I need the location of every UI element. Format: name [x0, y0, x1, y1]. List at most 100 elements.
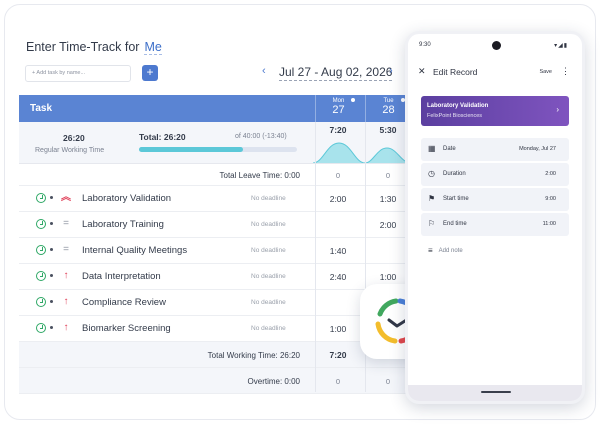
date-field[interactable]: ▦ Date Monday, Jul 27: [421, 138, 569, 161]
user-selector[interactable]: Me: [144, 40, 162, 55]
selected-task-name: Laboratory Validation: [427, 103, 489, 109]
previous-week-button[interactable]: ‹: [262, 65, 266, 77]
next-week-button[interactable]: ›: [389, 65, 393, 77]
close-icon[interactable]: ✕: [418, 66, 426, 77]
daily-hours-wave: [313, 142, 411, 163]
task-deadline: No deadline: [251, 195, 286, 202]
table-row[interactable]: = Laboratory Training No deadline 2:00: [19, 212, 411, 238]
end-time-field[interactable]: ⚐ End time 11:00: [421, 213, 569, 236]
task-deadline: No deadline: [251, 247, 286, 254]
edit-record-app-bar: ✕ Edit Record Save ⋮: [408, 58, 582, 84]
day-indicator-dot: [351, 98, 355, 102]
table-row[interactable]: ↑ Compliance Review No deadline: [19, 290, 411, 316]
time-cell-mon[interactable]: 1:40: [315, 246, 361, 256]
phone-nav-bar: [408, 385, 582, 401]
task-name[interactable]: Internal Quality Meetings: [82, 245, 187, 256]
timer-icon[interactable]: [36, 297, 46, 307]
leave-time-label: Total Leave Time: 0:00: [219, 171, 301, 180]
page-title: Enter Time-Track for Me: [26, 40, 162, 55]
clock-icon: ◷: [428, 169, 435, 178]
row-menu-dot[interactable]: [50, 248, 53, 251]
timer-icon[interactable]: [36, 193, 46, 203]
equals-icon: =: [63, 218, 69, 229]
hours-progress-bar: [139, 147, 297, 152]
date-range-picker[interactable]: Jul 27 - Aug 02, 2026: [279, 65, 393, 81]
duration-field[interactable]: ◷ Duration 2:00: [421, 163, 569, 186]
arrow-up-icon: ↑: [63, 270, 69, 281]
signal-battery-icon: ▾◢▮: [554, 43, 568, 49]
summary-row: 26:20 Regular Working Time Total: 26:20 …: [19, 122, 411, 164]
timer-icon[interactable]: [36, 271, 46, 281]
task-deadline: No deadline: [251, 325, 286, 332]
task-deadline: No deadline: [251, 273, 286, 280]
camera-notch: [492, 41, 501, 50]
task-name[interactable]: Laboratory Training: [82, 219, 164, 230]
progress-fill: [139, 147, 244, 152]
time-cell-mon[interactable]: 2:00: [315, 194, 361, 204]
start-time-field[interactable]: ⚑ Start time 9:00: [421, 188, 569, 211]
field-value: 2:00: [545, 171, 556, 177]
timer-icon[interactable]: [36, 323, 46, 333]
row-menu-dot[interactable]: [50, 326, 53, 329]
calendar-icon: ▦: [428, 144, 436, 153]
overtime-mon: 0: [335, 377, 341, 386]
selected-task-card[interactable]: Laboratory Validation FelixPoint Bioscie…: [421, 96, 569, 126]
row-menu-dot[interactable]: [50, 222, 53, 225]
add-note-button[interactable]: ≡ Add note: [428, 246, 463, 255]
table-row[interactable]: = Internal Quality Meetings No deadline …: [19, 238, 411, 264]
arrow-up-icon: ↑: [63, 296, 69, 307]
time-cell-mon[interactable]: 1:00: [315, 324, 361, 334]
phone-clock: 9:30: [419, 42, 431, 48]
double-chevron-up-icon: ︽: [61, 192, 71, 203]
total-working-mon: 7:20: [329, 350, 347, 360]
field-value: 9:00: [545, 196, 556, 202]
leave-time-row: Total Leave Time: 0:00 0 0: [19, 164, 411, 186]
selected-task-project: FelixPoint Biosciences: [427, 113, 483, 119]
home-indicator[interactable]: [481, 391, 511, 393]
task-name[interactable]: Compliance Review: [82, 297, 166, 308]
task-name[interactable]: Biomarker Screening: [82, 323, 171, 334]
total-working-row: Total Working Time: 26:20 7:20: [19, 342, 411, 368]
day-total-mon: 7:20: [329, 125, 347, 135]
time-cell-mon[interactable]: 2:40: [315, 272, 361, 282]
timer-icon[interactable]: [36, 245, 46, 255]
target-hours: of 40:00 (-13:40): [235, 133, 287, 140]
day-header-mon[interactable]: Mon 27: [315, 95, 361, 122]
end-flag-icon: ⚐: [428, 219, 436, 228]
add-task-button[interactable]: +: [142, 65, 158, 81]
add-task-input[interactable]: + Add task by name...: [25, 65, 131, 82]
field-label: End time: [443, 221, 467, 227]
overtime-label: Overtime: 0:00: [247, 377, 300, 386]
task-deadline: No deadline: [251, 299, 286, 306]
task-name[interactable]: Laboratory Validation: [82, 193, 171, 204]
leave-cell-mon[interactable]: 0: [315, 171, 361, 180]
equals-icon: =: [63, 244, 69, 255]
column-divider: [315, 122, 316, 392]
phone-mockup: 9:30 ▾◢▮ ✕ Edit Record Save ⋮ Laboratory…: [405, 31, 585, 404]
row-menu-dot[interactable]: [50, 196, 53, 199]
regular-hours-label: Regular Working Time: [35, 147, 105, 154]
chevron-right-icon: ›: [556, 105, 559, 114]
start-flag-icon: ⚑: [428, 194, 436, 203]
page-title-text: Enter Time-Track for: [26, 40, 140, 54]
table-row[interactable]: ↑ Data Interpretation No deadline 2:40 1…: [19, 264, 411, 290]
more-options-icon[interactable]: ⋮: [561, 66, 570, 77]
table-row[interactable]: ↑ Biomarker Screening No deadline 1:00: [19, 316, 411, 342]
field-value: Monday, Jul 27: [519, 146, 556, 152]
total-working-label: Total Working Time: 26:20: [207, 351, 300, 360]
overtime-row: Overtime: 0:00 0 0: [19, 368, 411, 394]
table-row[interactable]: ︽ Laboratory Validation No deadline 2:00…: [19, 186, 411, 212]
arrow-up-icon: ↑: [63, 322, 69, 333]
task-column-header: Task: [30, 103, 53, 114]
phone-status-bar: 9:30 ▾◢▮: [408, 34, 582, 54]
edit-record-title: Edit Record: [433, 67, 478, 77]
day-number: 27: [332, 104, 345, 116]
save-button[interactable]: Save: [539, 69, 552, 75]
timer-icon[interactable]: [36, 219, 46, 229]
row-menu-dot[interactable]: [50, 300, 53, 303]
row-menu-dot[interactable]: [50, 274, 53, 277]
task-name[interactable]: Data Interpretation: [82, 271, 161, 282]
task-deadline: No deadline: [251, 221, 286, 228]
field-value: 11:00: [542, 221, 556, 227]
total-hours: Total: 26:20: [139, 132, 186, 142]
